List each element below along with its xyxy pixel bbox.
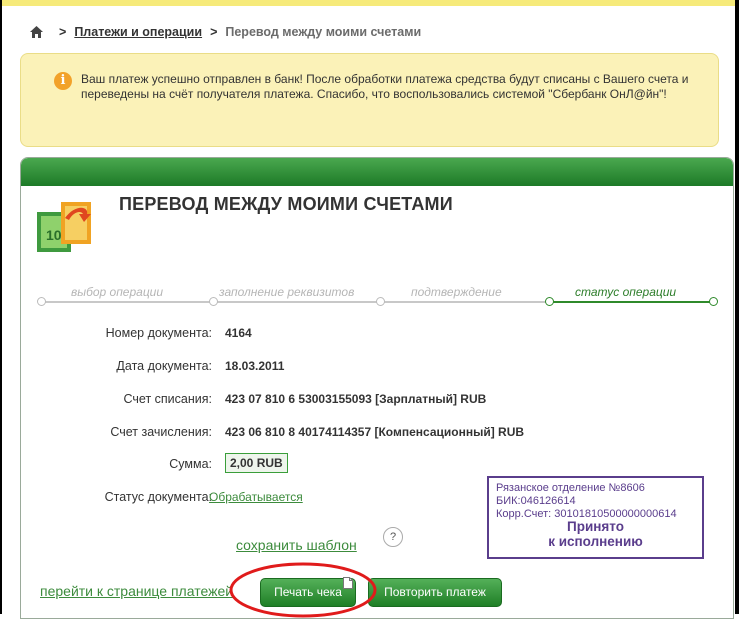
notice-text: Ваш платеж успешно отправлен в банк! Пос… bbox=[81, 72, 689, 101]
highlight-ellipse bbox=[229, 562, 377, 618]
goto-payments-link[interactable]: перейти к странице платежей bbox=[40, 583, 233, 599]
transfer-logo-icon: 10 bbox=[37, 198, 93, 252]
repeat-payment-button[interactable]: Повторить платеж bbox=[368, 578, 502, 607]
step-label-fill: заполнение реквизитов bbox=[219, 285, 355, 299]
step-label-confirm: подтверждение bbox=[411, 285, 502, 299]
field-value: 423 06 810 8 40174114357 [Компенсационны… bbox=[225, 425, 525, 439]
info-icon: i bbox=[54, 72, 72, 90]
top-strip bbox=[2, 0, 735, 6]
breadcrumb-separator: > bbox=[210, 25, 218, 39]
bank-stamp: Рязанское отделение №8606 БИК:046126614 … bbox=[487, 476, 704, 559]
page-title: ПЕРЕВОД МЕЖДУ МОИМИ СЧЕТАМИ bbox=[119, 194, 453, 214]
field-label: Счет зачисления: bbox=[110, 425, 212, 439]
svg-text:10: 10 bbox=[46, 227, 62, 243]
stamp-line: БИК:046126614 bbox=[496, 495, 576, 507]
step-dot-active bbox=[545, 297, 554, 306]
stamp-line: Рязанское отделение №8606 bbox=[496, 482, 645, 494]
save-template-link[interactable]: сохранить шаблон bbox=[236, 537, 357, 553]
amount-value-box: 2,00 RUB bbox=[225, 453, 288, 473]
stamp-for-execution: к исполнению bbox=[548, 534, 643, 549]
field-label: Статус документа: bbox=[104, 490, 212, 504]
step-track bbox=[41, 301, 546, 303]
breadcrumb-current: Перевод между моими счетами bbox=[225, 25, 422, 39]
breadcrumb: > Платежи и операции > Перевод между мои… bbox=[30, 24, 421, 40]
step-dot-active bbox=[709, 297, 718, 306]
window-frame-left bbox=[0, 0, 2, 614]
step-dot bbox=[37, 297, 46, 306]
status-link[interactable]: Обрабатывается bbox=[209, 490, 303, 504]
step-dot bbox=[376, 297, 385, 306]
field-label: Счет списания: bbox=[123, 392, 212, 406]
breadcrumb-link-payments[interactable]: Платежи и операции bbox=[74, 25, 202, 39]
step-indicator: выбор операции заполнение реквизитов под… bbox=[37, 285, 718, 309]
field-value: 4164 bbox=[225, 326, 252, 340]
step-track-active bbox=[548, 301, 712, 303]
transfer-panel: 10 ПЕРЕВОД МЕЖДУ МОИМИ СЧЕТАМИ выбор опе… bbox=[20, 157, 734, 619]
field-label: Номер документа: bbox=[105, 326, 212, 340]
window-frame-right bbox=[735, 0, 739, 614]
step-label-choose: выбор операции bbox=[71, 285, 164, 299]
home-icon[interactable] bbox=[30, 26, 43, 38]
field-value: 423 07 810 6 53003155093 [Зарплатный] RU… bbox=[225, 392, 487, 406]
panel-header-bar bbox=[21, 158, 733, 186]
breadcrumb-separator: > bbox=[59, 25, 67, 39]
help-button[interactable]: ? bbox=[383, 527, 403, 547]
field-label: Сумма: bbox=[169, 457, 212, 471]
stamp-accepted: Принято bbox=[567, 519, 624, 534]
success-notice: i Ваш платеж успешно отправлен в банк! П… bbox=[20, 53, 719, 147]
field-value: 18.03.2011 bbox=[225, 359, 285, 373]
field-label: Дата документа: bbox=[116, 359, 212, 373]
step-label-status: статус операции bbox=[575, 285, 677, 299]
step-dot bbox=[209, 297, 218, 306]
